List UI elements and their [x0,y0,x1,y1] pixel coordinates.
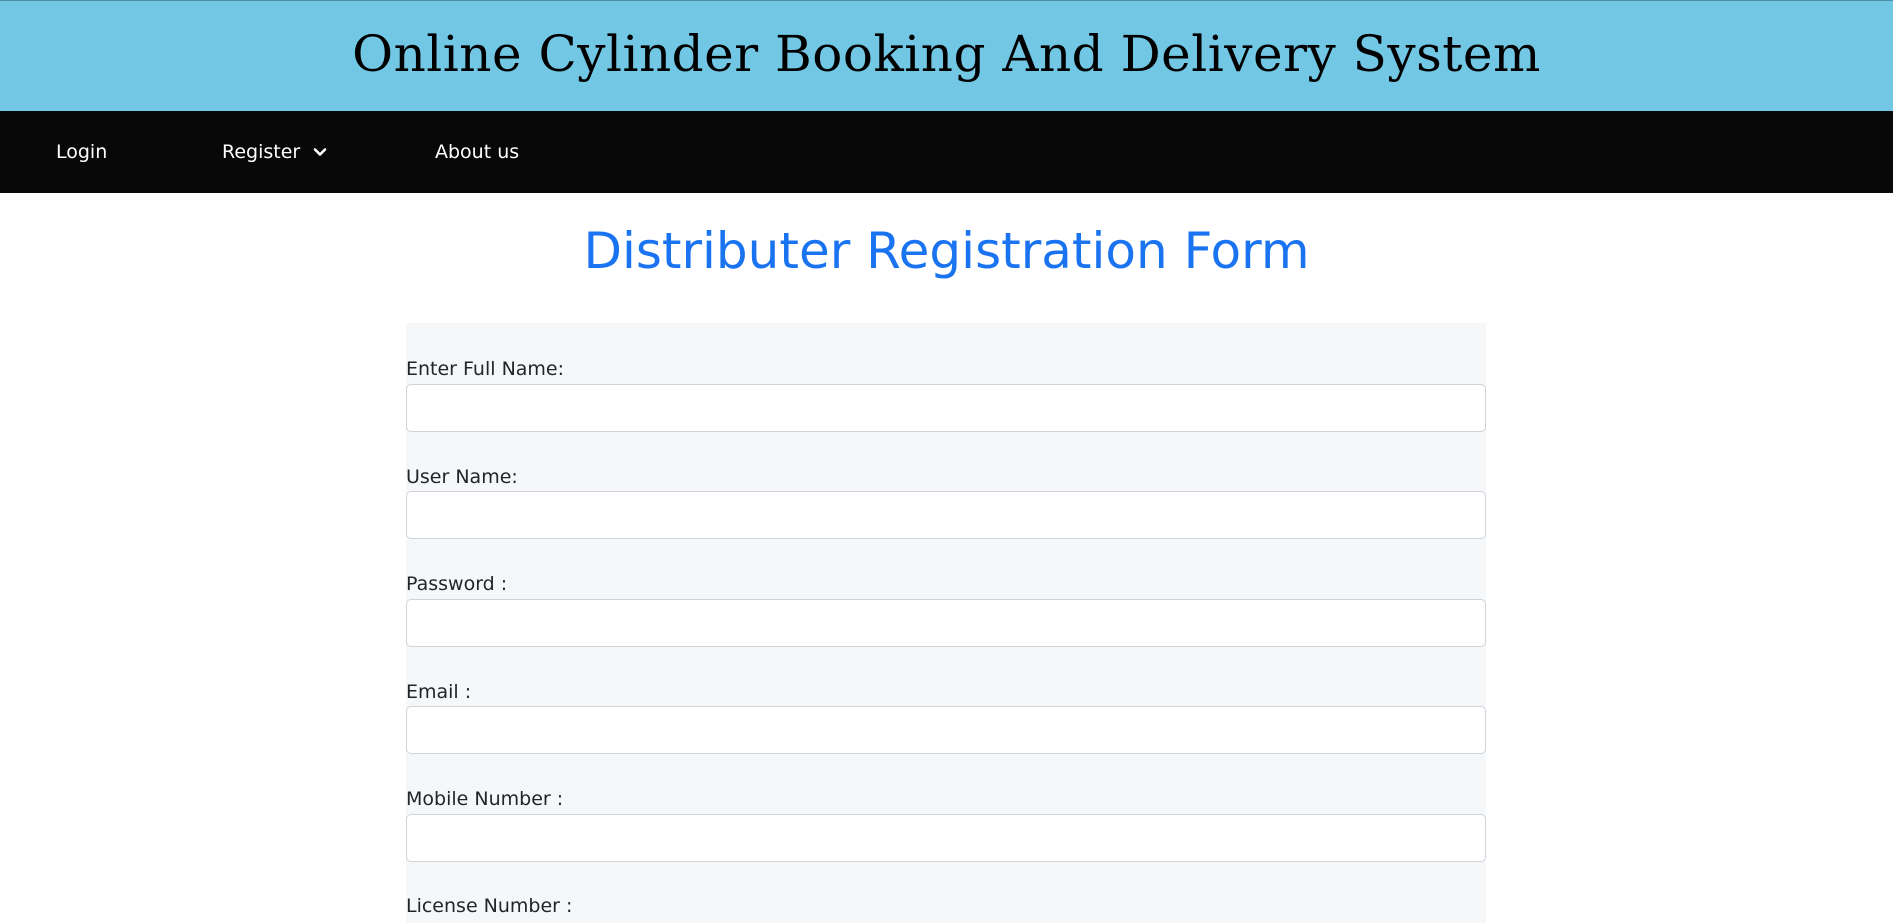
nav-register-dropdown[interactable]: Register [222,111,328,193]
user-name-label: User Name: [406,466,518,488]
site-title: Online Cylinder Booking And Delivery Sys… [352,25,1541,83]
email-input[interactable] [406,706,1486,754]
password-label: Password : [406,573,508,595]
chevron-down-icon [313,148,327,156]
email-label: Email : [406,681,472,703]
full-name-input[interactable] [406,384,1486,432]
nav-login-label: Login [56,141,108,163]
navbar: Login Register About us [0,111,1893,193]
nav-login-link[interactable]: Login [56,111,107,193]
user-name-input[interactable] [406,491,1486,539]
form-heading: Distributer Registration Form [583,222,1310,280]
nav-about-link[interactable]: About us [435,111,519,193]
password-input[interactable] [406,599,1486,647]
site-banner: Online Cylinder Booking And Delivery Sys… [0,0,1893,111]
nav-register-label: Register [222,141,301,163]
mobile-number-label: Mobile Number : [406,788,564,810]
full-name-label: Enter Full Name: [406,358,565,380]
mobile-number-input[interactable] [406,814,1486,862]
nav-about-label: About us [435,141,520,163]
